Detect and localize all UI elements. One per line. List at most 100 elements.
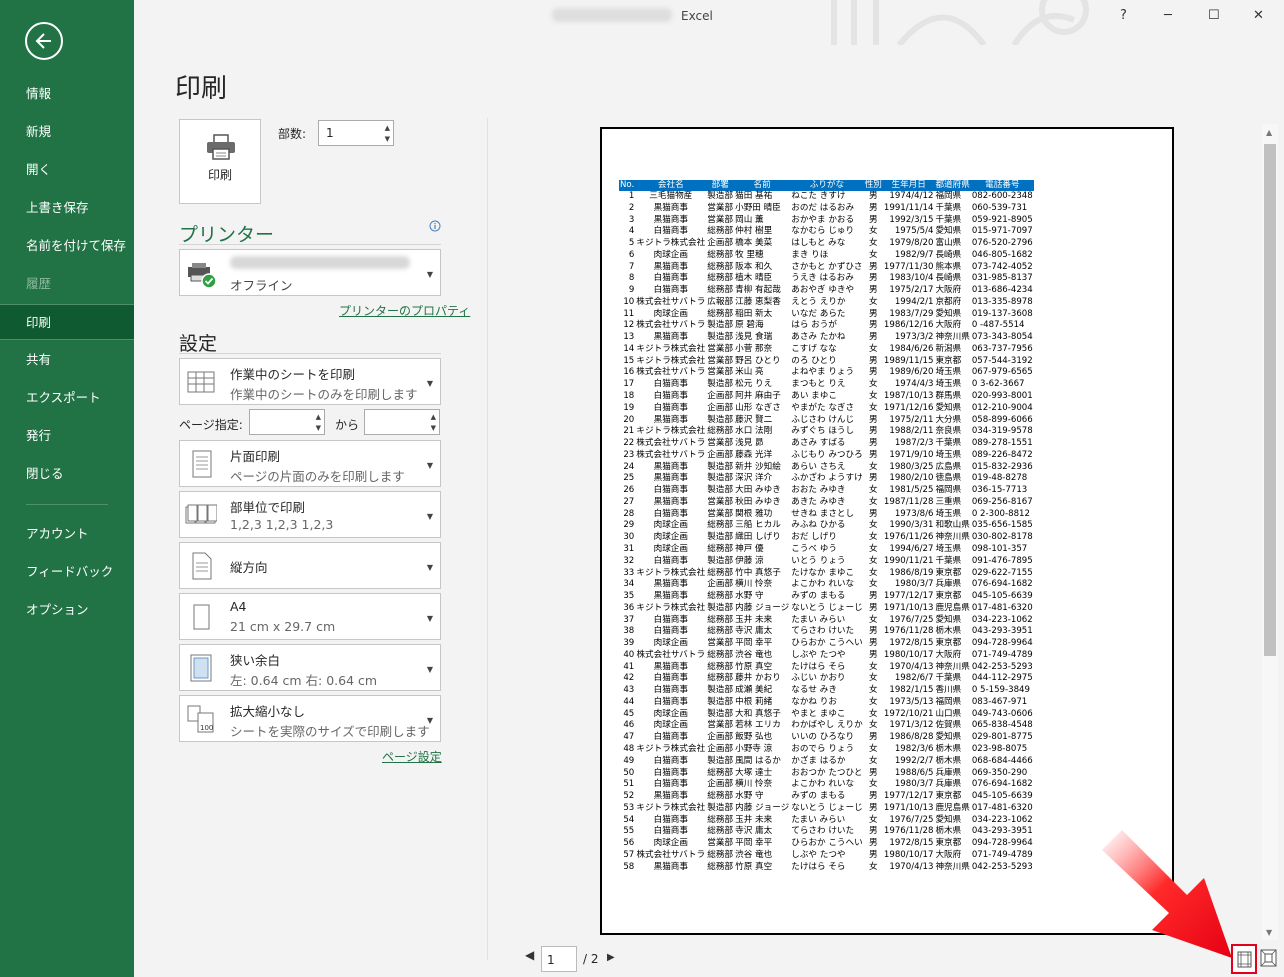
table-cell: 大塚 達士: [735, 767, 773, 778]
previous-page-icon[interactable]: ◀: [525, 948, 534, 962]
table-row: 58 黒猫商事 総務部 竹原 真空 たけはら そら 女 1970/4/13 神奈川県 042-2…: [619, 862, 1034, 874]
orientation-select[interactable]: 縦方向 ▼: [179, 542, 441, 589]
nav-new[interactable]: 新規: [0, 114, 134, 150]
table-cell: 若林 エリカ: [735, 720, 781, 731]
table-cell: 男: [869, 355, 878, 366]
stepper-up-icon[interactable]: ▲: [385, 124, 390, 132]
table-cell: 034-223-1062: [971, 814, 1033, 825]
close-window-button[interactable]: ✕: [1253, 8, 1264, 23]
scroll-up-icon[interactable]: ▲: [1266, 128, 1272, 137]
table-cell: 製造部: [707, 320, 734, 331]
zoom-to-page-button[interactable]: [1260, 948, 1277, 968]
table-cell: 1980/3/7: [894, 779, 934, 790]
table-cell: 鹿児島県: [935, 602, 970, 613]
svg-text:100: 100: [200, 724, 213, 732]
table-cell: せきね まさとし: [791, 508, 855, 519]
copies-stepper[interactable]: 1 ▲ ▼: [318, 120, 394, 146]
scrollbar-thumb[interactable]: [1264, 144, 1276, 656]
table-cell: 1987/10/13: [883, 391, 934, 402]
nav-close[interactable]: 閉じる: [0, 456, 134, 492]
scaling-select[interactable]: 100 拡大縮小なし シートを実際のサイズで印刷します ▼: [179, 695, 441, 742]
table-cell: 017-481-6320: [971, 602, 1033, 613]
info-icon[interactable]: [429, 220, 441, 232]
next-page-icon[interactable]: ▶: [607, 952, 615, 963]
sides-select[interactable]: 片面印刷 ページの片面のみを印刷します ▼: [179, 440, 441, 487]
minimize-button[interactable]: ─: [1164, 8, 1172, 23]
table-cell: 24: [623, 461, 635, 472]
nav-options[interactable]: オプション: [0, 592, 134, 628]
table-cell: 秋田 みゆき: [735, 496, 781, 507]
nav-feedback[interactable]: フィードバック: [0, 554, 134, 590]
print-what-select[interactable]: 作業中のシートを印刷 作業中のシートのみを印刷します ▼: [179, 358, 441, 405]
nav-share[interactable]: 共有: [0, 342, 134, 378]
printer-divider: [179, 244, 441, 245]
printer-name-blurred: [230, 256, 410, 269]
nav-save-as[interactable]: 名前を付けて保存: [0, 228, 134, 264]
paper-size-select[interactable]: A4 21 cm x 29.7 cm ▼: [179, 593, 441, 640]
pages-to-stepper[interactable]: ▲ ▼: [364, 409, 440, 435]
table-row: 13 黒猫商事 製造部 浅見 食瑞 あさみ たかね 男 1973/3/2 神奈川県 073-34…: [619, 332, 1034, 344]
table-cell: 16: [623, 367, 635, 378]
nav-info[interactable]: 情報: [0, 76, 134, 112]
table-cell: 渋谷 竜也: [735, 649, 773, 660]
help-button[interactable]: ?: [1120, 8, 1127, 23]
table-cell: 083-467-971: [971, 696, 1028, 707]
printer-select[interactable]: オフライン ▼: [179, 249, 441, 296]
table-cell: 女: [869, 402, 878, 413]
table-cell: 1973/3/2: [894, 332, 934, 343]
table-cell: 肉球企画: [653, 708, 688, 719]
table-cell: 男: [869, 332, 878, 343]
table-row: 17 白猫商事 製造部 松元 りえ まつもと りえ 女 1974/4/3 埼玉県 0 3-62-…: [619, 379, 1034, 391]
printer-properties-link[interactable]: プリンターのプロパティ: [339, 302, 470, 319]
table-cell: 東京都: [935, 567, 962, 578]
table-cell: 仲村 樹里: [735, 226, 773, 237]
back-button[interactable]: [25, 22, 63, 60]
table-row: 4 白猫商事 総務部 仲村 樹里 なかむら じゅり 女 1975/5/4 愛知県 015-971…: [619, 226, 1034, 238]
pages-from-stepper[interactable]: ▲ ▼: [249, 409, 325, 435]
table-row: 2 黒猫商事 営業部 小野田 晴臣 おのだ はるおみ 男 1991/11/14 千葉県 060-…: [619, 203, 1034, 215]
table-cell: 水野 守: [735, 591, 764, 602]
table-cell: 1976/11/28: [883, 626, 934, 637]
table-cell: 営業部: [707, 343, 734, 354]
table-cell: キジトラ株式会社: [636, 238, 706, 249]
preview-scrollbar[interactable]: ▲ ▼: [1262, 124, 1278, 940]
maximize-button[interactable]: ☐: [1208, 8, 1220, 23]
table-cell: 総務部: [707, 543, 734, 554]
pages-to-label: から: [335, 418, 360, 432]
settings-heading: 設定: [179, 333, 218, 355]
nav-save[interactable]: 上書き保存: [0, 190, 134, 226]
nav-export[interactable]: エクスポート: [0, 380, 134, 416]
nav-open[interactable]: 開く: [0, 152, 134, 188]
table-cell: 白猫商事: [653, 508, 688, 519]
show-margins-button[interactable]: [1231, 944, 1257, 974]
nav-print[interactable]: 印刷: [0, 304, 134, 340]
scroll-down-icon[interactable]: ▼: [1266, 928, 1272, 937]
table-cell: よねやま りょう: [791, 367, 855, 378]
table-cell: 小菅 那奈: [735, 343, 773, 354]
table-cell: いなだ あらた: [791, 308, 846, 319]
nav-account[interactable]: アカウント: [0, 516, 134, 552]
table-cell: 製造部: [707, 414, 734, 425]
table-cell: 松元 りえ: [735, 379, 773, 390]
stepper-up-icon[interactable]: ▲: [316, 413, 321, 421]
table-cell: 広島県: [935, 461, 962, 472]
setting-title: 縦方向: [230, 560, 268, 575]
stepper-down-icon[interactable]: ▼: [316, 424, 321, 432]
stepper-down-icon[interactable]: ▼: [431, 424, 436, 432]
collation-select[interactable]: 部単位で印刷 1,2,3 1,2,3 1,2,3 ▼: [179, 491, 441, 538]
print-button[interactable]: 印刷: [179, 119, 261, 204]
table-cell: 黒猫商事: [653, 579, 688, 590]
table-cell: 黒猫商事: [653, 591, 688, 602]
table-cell: キジトラ株式会社: [636, 602, 706, 613]
table-cell: 山口県: [935, 708, 962, 719]
stepper-up-icon[interactable]: ▲: [431, 413, 436, 421]
margins-select[interactable]: 狭い余白 左: 0.64 cm 右: 0.64 cm ▼: [179, 644, 441, 691]
table-cell: 男: [869, 791, 878, 802]
table-row: 10 株式会社サバトラ 広報部 江藤 恵梨香 えとう えりか 女 1994/2/1 京都府 01…: [619, 297, 1034, 309]
table-cell: 0 -487-5514: [971, 320, 1025, 331]
page-setup-link[interactable]: ページ設定: [382, 748, 442, 765]
table-cell: 39: [623, 638, 635, 649]
stepper-down-icon[interactable]: ▼: [385, 135, 390, 143]
page-number-input[interactable]: 1: [541, 946, 577, 972]
nav-publish[interactable]: 発行: [0, 418, 134, 454]
